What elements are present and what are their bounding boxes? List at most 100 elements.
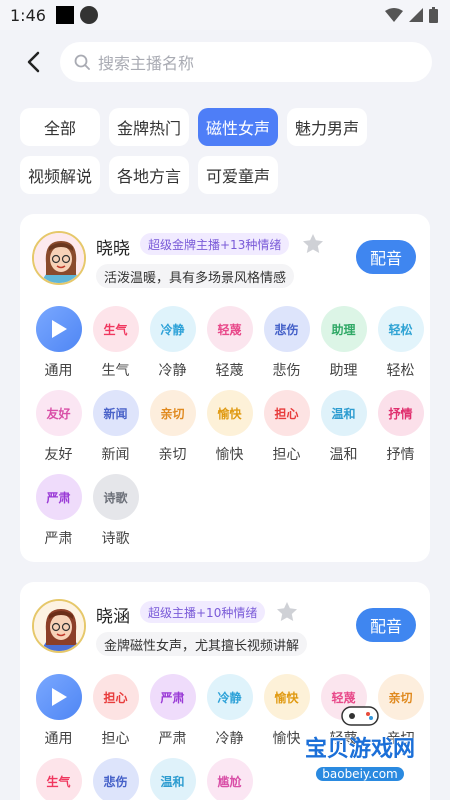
watermark-text: 宝贝游戏网 (304, 737, 415, 762)
emotion-chip[interactable]: 冷静 (206, 674, 253, 720)
emotion-label: 担心 (272, 447, 301, 463)
tag-charming-male[interactable]: 魅力男声 (287, 108, 368, 146)
emotion-label: 愉快 (272, 731, 301, 747)
anchor-name: 晓涵 (96, 607, 130, 627)
emotion-item[interactable]: 悲伤 悲伤 (258, 306, 315, 380)
back-arrow-icon (27, 51, 40, 73)
emotion-label: 亲切 (158, 447, 187, 463)
search-icon (74, 54, 90, 70)
search-placeholder: 搜索主播名称 (98, 54, 195, 73)
emotion-item[interactable]: 担心 担心 (87, 674, 144, 748)
emotion-item[interactable]: 新闻 新闻 (87, 390, 144, 464)
emotion-chip[interactable]: 轻松 (377, 306, 424, 352)
emotion-chip[interactable]: 愉快 (206, 390, 253, 436)
emotion-label: 轻蔑 (215, 363, 244, 379)
emotion-label: 通用 (44, 363, 73, 379)
tag-video-commentary[interactable]: 视频解说 (20, 156, 101, 194)
emotion-item[interactable]: 轻松 轻松 (372, 306, 429, 380)
emotion-label: 悲伤 (272, 363, 301, 379)
emotion-chip[interactable]: 友好 (35, 390, 82, 436)
avatar (32, 599, 86, 653)
emotion-item[interactable]: 冷静 冷静 (201, 674, 258, 748)
emotion-label: 轻松 (386, 363, 415, 379)
emotion-item[interactable]: 温和 温和 (315, 390, 372, 464)
emotion-item[interactable]: 通用 (30, 674, 87, 748)
emotion-label: 愉快 (215, 447, 244, 463)
emotion-item[interactable]: 助理 助理 (315, 306, 372, 380)
tag-dialects[interactable]: 各地方言 (109, 156, 190, 194)
notification-app-icon (79, 6, 98, 24)
emotion-item[interactable]: 担心 担心 (258, 390, 315, 464)
top-bar: 搜索主播名称 (0, 30, 450, 94)
emotion-chip[interactable]: 悲伤 (92, 758, 139, 800)
emotion-item[interactable]: 亲切 亲切 (144, 390, 201, 464)
tag-magnetic-female[interactable]: 磁性女声 (198, 108, 279, 146)
emotion-chip[interactable]: 生气 (92, 306, 139, 352)
search-input[interactable]: 搜索主播名称 (60, 42, 432, 82)
emotion-chip[interactable]: 严肃 (149, 674, 196, 720)
emotion-item[interactable]: 愉快 愉快 (201, 390, 258, 464)
signal-icon (409, 8, 423, 22)
emotion-label: 抒情 (386, 447, 415, 463)
emotion-item[interactable]: 温和 (144, 758, 201, 800)
emotion-item[interactable]: 抒情 抒情 (372, 390, 429, 464)
emotion-item[interactable]: 生气 生气 (87, 306, 144, 380)
emotion-chip[interactable]: 温和 (149, 758, 196, 800)
anchor-card: 晓晓 超级金牌主播+13种情绪 活泼温暖，具有多场景风格情感 配音 通用 生气 生气… (20, 214, 430, 562)
emotion-chip[interactable]: 亲切 (149, 390, 196, 436)
emotion-label: 诗歌 (101, 531, 130, 547)
emotion-item[interactable]: 通用 (30, 306, 87, 380)
emotion-label: 生气 (101, 363, 130, 379)
battery-icon (429, 7, 438, 23)
emotion-item[interactable]: 严肃 严肃 (30, 474, 87, 548)
emotion-item[interactable]: 严肃 严肃 (144, 674, 201, 748)
gamepad-icon (341, 706, 379, 726)
wifi-icon (385, 8, 403, 22)
emotion-chip[interactable]: 担心 (92, 674, 139, 720)
emotion-label: 严肃 (158, 731, 187, 747)
play-icon[interactable] (35, 306, 82, 352)
emotion-chip[interactable]: 尴尬 (206, 758, 253, 800)
emotion-label: 温和 (329, 447, 358, 463)
emotion-chip[interactable]: 严肃 (35, 474, 82, 520)
emotion-chip[interactable]: 轻蔑 (206, 306, 253, 352)
favorite-star-icon[interactable] (275, 600, 299, 624)
emotion-chip[interactable]: 诗歌 (92, 474, 139, 520)
anchor-description: 金牌磁性女声，尤其擅长视频讲解 (96, 632, 308, 656)
category-tags: 全部 金牌热门 磁性女声 魅力男声 视频解说 各地方言 可爱童声 (0, 94, 450, 194)
watermark: 宝贝游戏网 baobeiy.com (300, 703, 420, 782)
status-time: 1:46 (10, 5, 46, 25)
back-button[interactable] (18, 42, 48, 82)
avatar (32, 231, 86, 285)
emotion-item[interactable]: 诗歌 诗歌 (87, 474, 144, 548)
dub-button[interactable]: 配音 (356, 608, 416, 642)
emotion-item[interactable]: 冷静 冷静 (144, 306, 201, 380)
emotion-label: 助理 (329, 363, 358, 379)
emotion-chip[interactable]: 温和 (320, 390, 367, 436)
emotion-chip[interactable]: 新闻 (92, 390, 139, 436)
emotion-chip[interactable]: 生气 (35, 758, 82, 800)
emotion-label: 担心 (101, 731, 130, 747)
tag-gold-hot[interactable]: 金牌热门 (109, 108, 190, 146)
tag-cute-child[interactable]: 可爱童声 (198, 156, 279, 194)
anchor-badge: 超级主播+10种情绪 (140, 601, 266, 623)
emotion-item[interactable]: 尴尬 (201, 758, 258, 800)
tag-all[interactable]: 全部 (20, 108, 100, 146)
emotion-item[interactable]: 轻蔑 轻蔑 (201, 306, 258, 380)
emotion-item[interactable]: 悲伤 (87, 758, 144, 800)
emotion-chip[interactable]: 担心 (263, 390, 310, 436)
dub-button[interactable]: 配音 (356, 240, 416, 274)
favorite-star-icon[interactable] (301, 232, 325, 256)
emotion-label: 冷静 (215, 731, 244, 747)
notification-square-icon (55, 6, 74, 24)
watermark-url: baobeiy.com (316, 767, 404, 781)
emotion-item[interactable]: 友好 友好 (30, 390, 87, 464)
emotion-item[interactable]: 生气 (30, 758, 87, 800)
emotion-chip[interactable]: 助理 (320, 306, 367, 352)
anchor-name: 晓晓 (96, 239, 130, 259)
emotion-chip[interactable]: 悲伤 (263, 306, 310, 352)
play-icon[interactable] (35, 674, 82, 720)
emotion-chip[interactable]: 抒情 (377, 390, 424, 436)
emotion-chip[interactable]: 冷静 (149, 306, 196, 352)
status-bar: 1:46 (0, 0, 450, 30)
